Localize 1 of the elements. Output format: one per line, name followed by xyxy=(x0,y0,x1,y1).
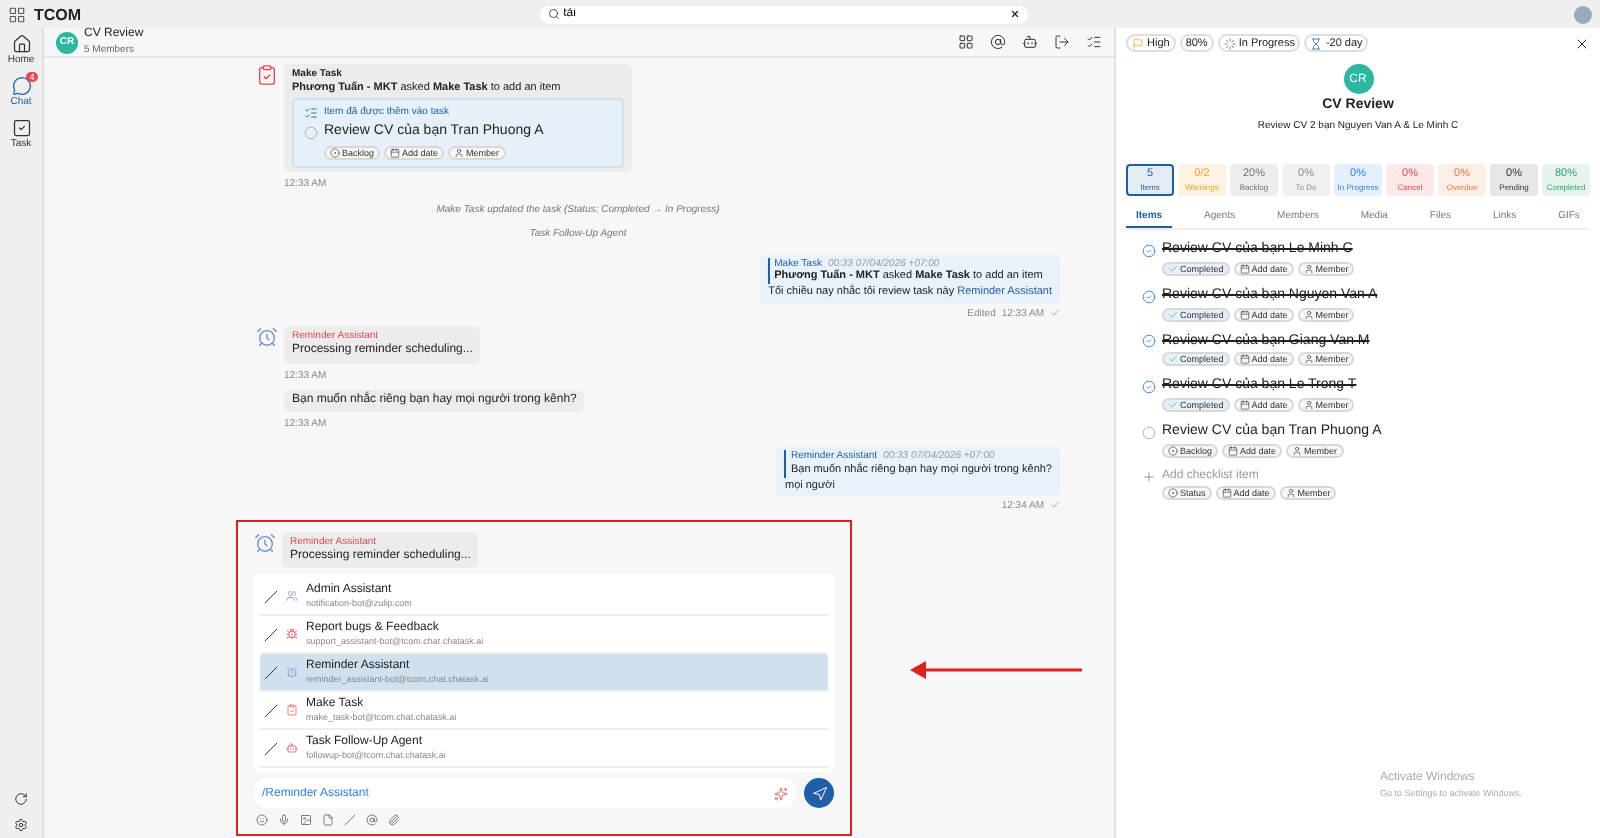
app-name: TCOM xyxy=(34,5,82,23)
